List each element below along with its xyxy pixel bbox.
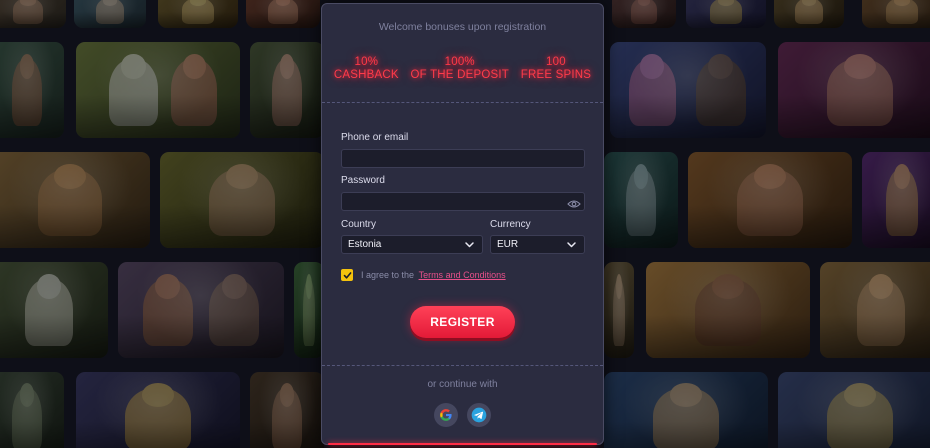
- game-tile[interactable]: [246, 0, 320, 28]
- password-label: Password: [341, 175, 385, 186]
- google-icon: [440, 409, 452, 421]
- eye-icon[interactable]: [567, 196, 581, 208]
- game-tile[interactable]: [118, 262, 284, 358]
- game-tile[interactable]: [820, 262, 930, 358]
- terms-checkbox[interactable]: [341, 269, 353, 281]
- bonus-list: 10% CASHBACK 100% OF THE DEPOSIT 100 FRE…: [322, 56, 603, 82]
- game-tile[interactable]: [76, 372, 240, 448]
- bonus-value: 100: [546, 56, 566, 68]
- registration-modal: Welcome bonuses upon registration 10% CA…: [321, 3, 604, 445]
- phone-email-input[interactable]: [341, 149, 585, 168]
- bonus-value: 100%: [444, 56, 475, 68]
- game-tile[interactable]: [0, 0, 66, 28]
- game-tile[interactable]: [612, 0, 676, 28]
- game-tile[interactable]: [604, 372, 768, 448]
- game-tile[interactable]: [646, 262, 810, 358]
- password-input[interactable]: [341, 192, 585, 211]
- continue-with-label: or continue with: [427, 379, 498, 390]
- game-tile[interactable]: [0, 262, 108, 358]
- bonus-title: Welcome bonuses upon registration: [378, 21, 547, 33]
- game-tile[interactable]: [604, 152, 678, 248]
- google-login-button[interactable]: [434, 403, 458, 427]
- game-tile[interactable]: [250, 42, 324, 138]
- game-tile[interactable]: [0, 372, 64, 448]
- bonus-label: FREE SPINS: [520, 69, 592, 81]
- terms-link[interactable]: Terms and Conditions: [419, 270, 506, 280]
- telegram-icon: [471, 407, 487, 423]
- divider: [322, 365, 603, 366]
- country-label: Country: [341, 219, 377, 230]
- chevron-down-icon: [465, 242, 474, 248]
- currency-value: EUR: [497, 239, 519, 250]
- game-tile[interactable]: [774, 0, 844, 28]
- terms-agreement: I agree to the Terms and Conditions: [341, 269, 506, 281]
- game-tile[interactable]: [862, 0, 930, 28]
- currency-label: Currency: [490, 219, 531, 230]
- game-tile[interactable]: [250, 372, 324, 448]
- game-tile[interactable]: [160, 152, 324, 248]
- terms-prefix: I agree to the: [361, 270, 415, 280]
- game-tile[interactable]: [778, 372, 930, 448]
- game-tile[interactable]: [0, 42, 64, 138]
- currency-select[interactable]: EUR: [490, 235, 585, 254]
- game-tile[interactable]: [158, 0, 238, 28]
- bonus-deposit: 100% OF THE DEPOSIT: [411, 56, 509, 82]
- check-icon: [343, 271, 351, 279]
- bonus-free-spins: 100 FREE SPINS: [521, 56, 591, 82]
- bonus-value: 10%: [354, 56, 379, 68]
- game-tile[interactable]: [610, 42, 766, 138]
- game-tile[interactable]: [0, 152, 150, 248]
- country-select[interactable]: Estonia: [341, 235, 483, 254]
- terms-text: I agree to the Terms and Conditions: [361, 270, 506, 280]
- chevron-down-icon: [567, 242, 576, 248]
- divider: [322, 102, 603, 103]
- bonus-label: CASHBACK: [333, 69, 399, 81]
- phone-label: Phone or email: [341, 132, 409, 143]
- bonus-cashback: 10% CASHBACK: [334, 56, 399, 82]
- game-tile[interactable]: [688, 152, 852, 248]
- game-tile[interactable]: [74, 0, 146, 28]
- game-tile[interactable]: [778, 42, 930, 138]
- game-tile[interactable]: [604, 262, 634, 358]
- modal-bottom-accent: [328, 443, 597, 445]
- register-button[interactable]: REGISTER: [410, 306, 515, 338]
- game-tile[interactable]: [294, 262, 324, 358]
- game-tile[interactable]: [686, 0, 766, 28]
- game-tile[interactable]: [862, 152, 930, 248]
- telegram-login-button[interactable]: [467, 403, 491, 427]
- bonus-label: OF THE DEPOSIT: [410, 69, 509, 81]
- country-value: Estonia: [348, 239, 382, 250]
- game-tile[interactable]: [76, 42, 240, 138]
